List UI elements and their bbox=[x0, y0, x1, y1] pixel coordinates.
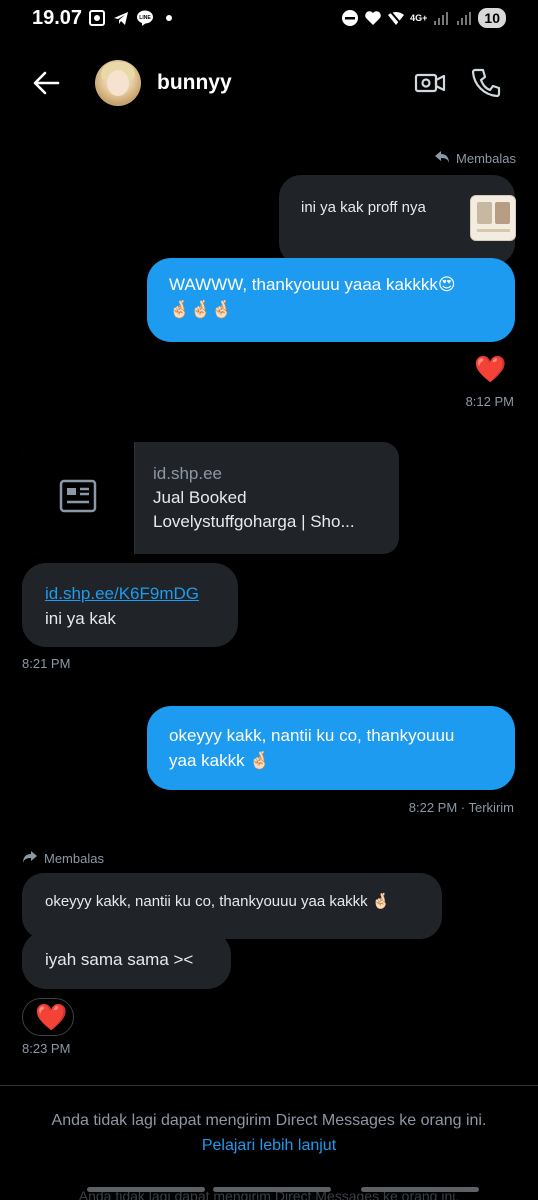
reply-indicator: Membalas bbox=[434, 150, 516, 167]
video-call-icon[interactable] bbox=[414, 67, 446, 99]
svg-text:LINE: LINE bbox=[139, 15, 151, 21]
signal-icon bbox=[432, 9, 450, 27]
quoted-text: ini ya kak proff nya bbox=[301, 199, 426, 216]
system-icons: 4G+ 10 bbox=[341, 8, 506, 28]
notification-icons: LINE bbox=[88, 9, 178, 27]
message-timestamp: 8:21 PM bbox=[22, 656, 71, 671]
message-text-line-1: okeyyy kakk, nantii ku co, thankyouuu bbox=[169, 726, 455, 745]
article-icon bbox=[59, 478, 97, 514]
network-type: 4G+ bbox=[410, 12, 428, 23]
message-text-line-2: yaa kakkk 🤞🏻 bbox=[169, 751, 271, 770]
reply-indicator: Membalas bbox=[22, 850, 104, 867]
phone-icon[interactable] bbox=[470, 67, 502, 99]
reply-arrow-icon bbox=[434, 150, 450, 167]
message-text: iyah sama sama >< bbox=[45, 950, 194, 969]
nav-gesture-bar-left bbox=[87, 1187, 205, 1192]
nav-gesture-bar-center bbox=[213, 1187, 331, 1192]
status-bar: 19.07 LINE 4G+ 10 bbox=[0, 0, 538, 40]
card-title-line-1: Jual Booked bbox=[153, 488, 247, 507]
quoted-message[interactable]: okeyyy kakk, nantii ku co, thankyouuu ya… bbox=[22, 873, 442, 939]
heart-reaction-icon[interactable]: ❤️ bbox=[35, 1004, 67, 1030]
telegram-icon bbox=[112, 9, 130, 27]
heart-icon bbox=[364, 9, 382, 27]
message-bubble-outgoing[interactable]: okeyyy kakk, nantii ku co, thankyouuu ya… bbox=[147, 706, 515, 790]
avatar[interactable] bbox=[95, 60, 141, 106]
message-link[interactable]: id.shp.ee/K6F9mDG bbox=[45, 581, 215, 606]
quoted-text: okeyyy kakk, nantii ku co, thankyouuu ya… bbox=[45, 893, 391, 910]
message-timestamp: 8:12 PM bbox=[465, 394, 514, 409]
message-text: WAWWW, thankyouuu yaaa kakkkk😍 bbox=[169, 275, 456, 294]
message-timestamp: 8:22 PM · Terkirim bbox=[408, 800, 514, 815]
link-preview-card[interactable]: id.shp.ee Jual Booked Lovelystuffgoharga… bbox=[22, 442, 399, 554]
card-domain: id.shp.ee bbox=[153, 464, 222, 483]
reply-label: Membalas bbox=[456, 151, 516, 166]
card-title: Jual Booked Lovelystuffgoharga | Sho... bbox=[153, 486, 383, 534]
message-emojis: 🤞🏻🤞🏻🤞🏻 bbox=[169, 300, 233, 319]
dot-icon bbox=[160, 9, 178, 27]
card-thumbnail bbox=[22, 442, 135, 554]
card-title-line-2: Lovelystuffgoharga | Sho... bbox=[153, 512, 355, 531]
quoted-image-thumbnail[interactable] bbox=[470, 195, 516, 241]
dnd-icon bbox=[341, 9, 359, 27]
signal-icon-2 bbox=[455, 9, 473, 27]
wifi-off-icon bbox=[387, 9, 405, 27]
message-bubble-outgoing[interactable]: WAWWW, thankyouuu yaaa kakkkk😍 🤞🏻🤞🏻🤞🏻 bbox=[147, 258, 515, 342]
dm-disabled-notice: Anda tidak lagi dapat mengirim Direct Me… bbox=[51, 1112, 487, 1129]
nav-gesture-bar-right bbox=[361, 1187, 479, 1192]
learn-more-link[interactable]: Pelajari lebih lanjut bbox=[0, 1137, 538, 1155]
contact-name[interactable]: bunnyy bbox=[157, 71, 232, 95]
reaction-pill[interactable]: ❤️ bbox=[22, 998, 74, 1036]
reply-label: Membalas bbox=[44, 851, 104, 866]
screen-record-icon bbox=[88, 9, 106, 27]
message-timestamp: 8:23 PM bbox=[22, 1041, 71, 1056]
divider bbox=[0, 1085, 538, 1086]
reply-arrow-icon bbox=[22, 850, 38, 867]
back-arrow-icon[interactable] bbox=[32, 69, 60, 97]
message-text: ini ya kak bbox=[45, 609, 116, 628]
line-icon: LINE bbox=[136, 9, 154, 27]
status-time: 19.07 bbox=[32, 7, 83, 29]
conversation-header: bunnyy bbox=[0, 55, 538, 111]
heart-reaction-icon[interactable]: ❤️ bbox=[474, 356, 506, 382]
battery-level: 10 bbox=[478, 8, 506, 28]
message-bubble-incoming[interactable]: id.shp.ee/K6F9mDG ini ya kak bbox=[22, 563, 238, 647]
message-bubble-incoming[interactable]: iyah sama sama >< bbox=[22, 931, 231, 989]
